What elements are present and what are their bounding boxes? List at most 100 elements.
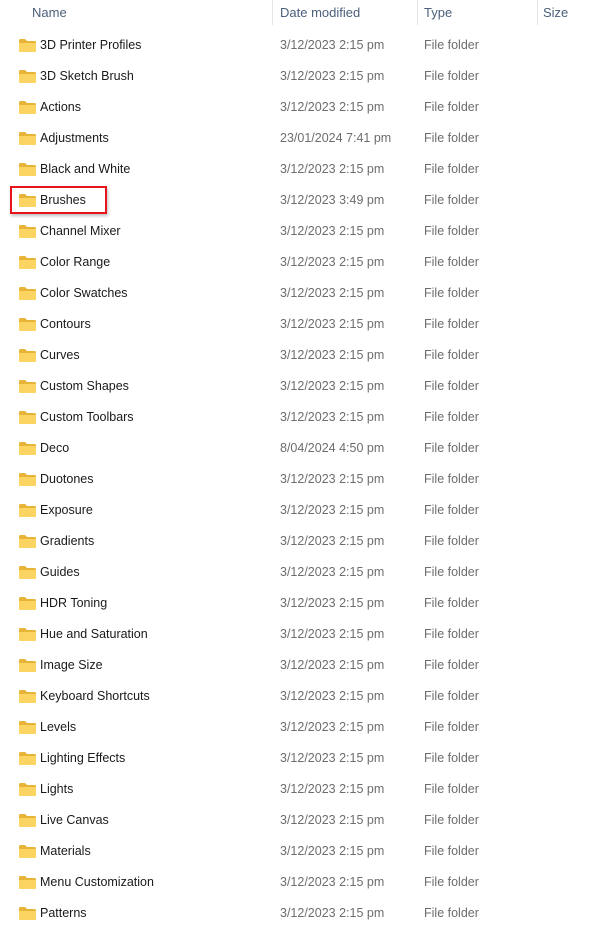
- folder-row[interactable]: Exposure 3/12/2023 2:15 pm File folder: [0, 495, 600, 526]
- folder-name: Exposure: [40, 503, 93, 517]
- date-modified: 3/12/2023 2:15 pm: [280, 317, 385, 331]
- folder-row[interactable]: Levels 3/12/2023 2:15 pm File folder: [0, 712, 600, 743]
- sort-caret-icon: ^: [126, 0, 131, 5]
- folder-row[interactable]: 3D Sketch Brush 3/12/2023 2:15 pm File f…: [0, 61, 600, 92]
- date-modified: 3/12/2023 2:15 pm: [280, 751, 385, 765]
- column-divider[interactable]: [272, 0, 273, 25]
- folder-icon: [19, 70, 36, 83]
- folder-name: Custom Shapes: [40, 379, 129, 393]
- folder-row[interactable]: Deco 8/04/2024 4:50 pm File folder: [0, 433, 600, 464]
- folder-row[interactable]: Custom Shapes 3/12/2023 2:15 pm File fol…: [0, 371, 600, 402]
- folder-icon: [19, 783, 36, 796]
- folder-row[interactable]: Materials 3/12/2023 2:15 pm File folder: [0, 836, 600, 867]
- date-modified: 23/01/2024 7:41 pm: [280, 131, 392, 145]
- folder-icon: [19, 442, 36, 455]
- folder-row[interactable]: Hue and Saturation 3/12/2023 2:15 pm Fil…: [0, 619, 600, 650]
- item-type: File folder: [424, 720, 479, 734]
- item-type: File folder: [424, 286, 479, 300]
- folder-icon: [19, 690, 36, 703]
- folder-row[interactable]: 3D Printer Profiles 3/12/2023 2:15 pm Fi…: [0, 30, 600, 61]
- folder-row[interactable]: Lighting Effects 3/12/2023 2:15 pm File …: [0, 743, 600, 774]
- date-modified: 3/12/2023 2:15 pm: [280, 255, 385, 269]
- item-type: File folder: [424, 689, 479, 703]
- folder-row[interactable]: Contours 3/12/2023 2:15 pm File folder: [0, 309, 600, 340]
- date-modified: 3/12/2023 2:15 pm: [280, 224, 385, 238]
- date-modified: 3/12/2023 2:15 pm: [280, 100, 385, 114]
- folder-name: Keyboard Shortcuts: [40, 689, 150, 703]
- date-modified: 3/12/2023 2:15 pm: [280, 906, 385, 920]
- folder-icon: [19, 380, 36, 393]
- item-type: File folder: [424, 317, 479, 331]
- item-type: File folder: [424, 751, 479, 765]
- folder-row[interactable]: Menu Customization 3/12/2023 2:15 pm Fil…: [0, 867, 600, 898]
- folder-name: Adjustments: [40, 131, 109, 145]
- folder-icon: [19, 659, 36, 672]
- item-type: File folder: [424, 379, 479, 393]
- folder-row[interactable]: Custom Toolbars 3/12/2023 2:15 pm File f…: [0, 402, 600, 433]
- item-type: File folder: [424, 782, 479, 796]
- date-modified: 3/12/2023 2:15 pm: [280, 720, 385, 734]
- date-modified: 3/12/2023 2:15 pm: [280, 627, 385, 641]
- column-type[interactable]: Type: [424, 5, 452, 20]
- folder-name: Live Canvas: [40, 813, 109, 827]
- folder-row[interactable]: Image Size 3/12/2023 2:15 pm File folder: [0, 650, 600, 681]
- column-header: ^ Name Date modified Type Size: [0, 0, 600, 26]
- item-type: File folder: [424, 472, 479, 486]
- folder-name: Levels: [40, 720, 77, 734]
- item-type: File folder: [424, 503, 479, 517]
- folder-name: Deco: [40, 441, 70, 455]
- folder-row[interactable]: Black and White 3/12/2023 2:15 pm File f…: [0, 154, 600, 185]
- date-modified: 3/12/2023 2:15 pm: [280, 689, 385, 703]
- item-type: File folder: [424, 441, 479, 455]
- date-modified: 3/12/2023 2:15 pm: [280, 534, 385, 548]
- folder-row[interactable]: Channel Mixer 3/12/2023 2:15 pm File fol…: [0, 216, 600, 247]
- folder-row[interactable]: Actions 3/12/2023 2:15 pm File folder: [0, 92, 600, 123]
- date-modified: 3/12/2023 2:15 pm: [280, 286, 385, 300]
- column-divider[interactable]: [537, 0, 538, 25]
- folder-row[interactable]: Live Canvas 3/12/2023 2:15 pm File folde…: [0, 805, 600, 836]
- date-modified: 3/12/2023 2:15 pm: [280, 348, 385, 362]
- folder-row[interactable]: Keyboard Shortcuts 3/12/2023 2:15 pm Fil…: [0, 681, 600, 712]
- column-size[interactable]: Size: [543, 5, 568, 20]
- folder-icon: [19, 907, 36, 920]
- item-type: File folder: [424, 193, 479, 207]
- item-type: File folder: [424, 627, 479, 641]
- folder-icon: [19, 876, 36, 889]
- folder-row[interactable]: Curves 3/12/2023 2:15 pm File folder: [0, 340, 600, 371]
- date-modified: 3/12/2023 2:15 pm: [280, 813, 385, 827]
- folder-name: Actions: [40, 100, 81, 114]
- column-name[interactable]: Name: [32, 5, 67, 20]
- date-modified: 8/04/2024 4:50 pm: [280, 441, 385, 455]
- folder-row[interactable]: Color Range 3/12/2023 2:15 pm File folde…: [0, 247, 600, 278]
- item-type: File folder: [424, 813, 479, 827]
- item-type: File folder: [424, 38, 479, 52]
- date-modified: 3/12/2023 2:15 pm: [280, 38, 385, 52]
- folder-icon: [19, 256, 36, 269]
- folder-row[interactable]: Duotones 3/12/2023 2:15 pm File folder: [0, 464, 600, 495]
- folder-row[interactable]: Guides 3/12/2023 2:15 pm File folder: [0, 557, 600, 588]
- item-type: File folder: [424, 131, 479, 145]
- folder-icon: [19, 225, 36, 238]
- item-type: File folder: [424, 100, 479, 114]
- column-date-modified[interactable]: Date modified: [280, 5, 360, 20]
- folder-icon: [19, 287, 36, 300]
- date-modified: 3/12/2023 2:15 pm: [280, 410, 385, 424]
- column-divider[interactable]: [417, 0, 418, 25]
- folder-row[interactable]: Color Swatches 3/12/2023 2:15 pm File fo…: [0, 278, 600, 309]
- folder-row[interactable]: Adjustments 23/01/2024 7:41 pm File fold…: [0, 123, 600, 154]
- folder-row[interactable]: Patterns 3/12/2023 2:15 pm File folder: [0, 898, 600, 929]
- folder-icon: [19, 504, 36, 517]
- folder-name: HDR Toning: [40, 596, 108, 610]
- folder-row[interactable]: HDR Toning 3/12/2023 2:15 pm File folder: [0, 588, 600, 619]
- folder-name: Gradients: [40, 534, 95, 548]
- folder-name: Materials: [40, 844, 91, 858]
- folder-icon: [19, 318, 36, 331]
- item-type: File folder: [424, 348, 479, 362]
- folder-icon: [19, 101, 36, 114]
- folder-name: Lights: [40, 782, 74, 796]
- folder-row[interactable]: Gradients 3/12/2023 2:15 pm File folder: [0, 526, 600, 557]
- folder-row[interactable]: Lights 3/12/2023 2:15 pm File folder: [0, 774, 600, 805]
- item-type: File folder: [424, 875, 479, 889]
- folder-icon: [19, 752, 36, 765]
- date-modified: 3/12/2023 2:15 pm: [280, 69, 385, 83]
